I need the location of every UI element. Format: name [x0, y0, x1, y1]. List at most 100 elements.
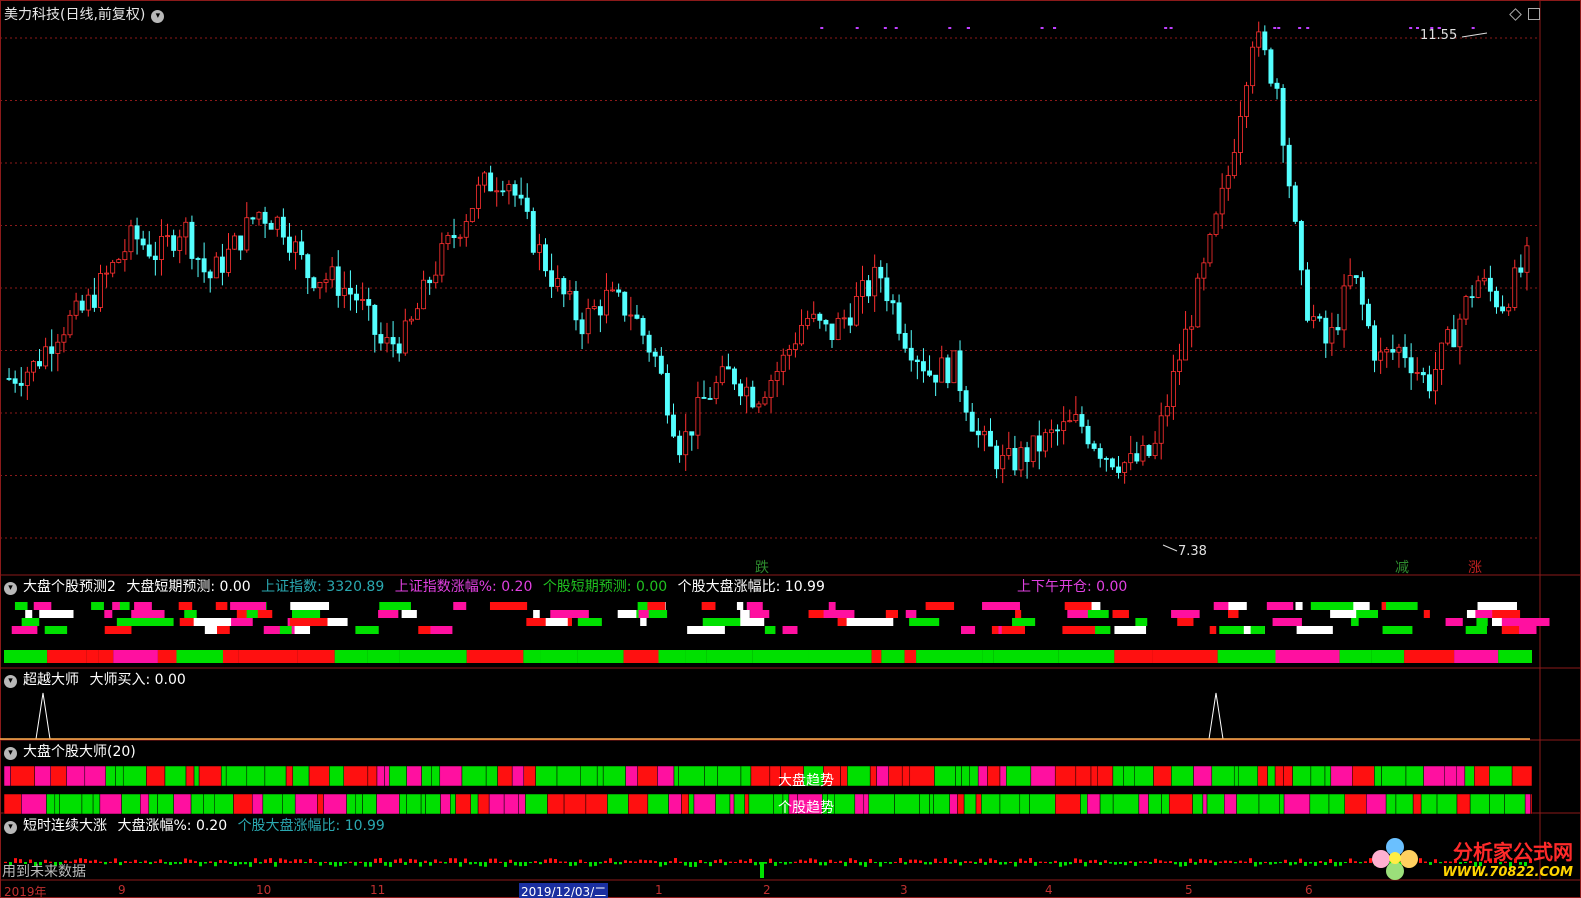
chevron-down-icon[interactable]: ▾ [4, 747, 17, 760]
surge-bar [404, 862, 407, 865]
close-icon[interactable] [1528, 8, 1540, 20]
stock-trend-cell [894, 793, 920, 815]
market-trend-cell [1474, 765, 1490, 787]
surge-bar [1304, 862, 1307, 866]
market-trend-cell [66, 765, 86, 787]
candle-body [1494, 290, 1499, 308]
surge-bar [714, 860, 717, 863]
candle-body [469, 208, 475, 222]
candle-body [640, 318, 646, 336]
market-trend-cell [625, 765, 638, 787]
candle-body [829, 323, 835, 341]
candle-body [232, 235, 238, 250]
candle-body [439, 243, 445, 276]
surge-bar [1034, 862, 1037, 866]
candle-body [1396, 346, 1402, 353]
candle-body [244, 217, 250, 251]
market-trend-cell [198, 765, 222, 787]
prediction-bar [297, 650, 335, 663]
candle-body [512, 184, 518, 196]
stock-trend-cell [868, 793, 895, 815]
candle-body [213, 256, 219, 279]
candle-body [567, 290, 573, 295]
surge-bar [1094, 859, 1097, 863]
chevron-down-icon[interactable]: ▾ [4, 821, 17, 834]
stock-trend-cell [1395, 793, 1414, 815]
stock-trend-cell [1087, 793, 1101, 815]
surge-bar [1014, 862, 1017, 867]
candle-body [226, 248, 231, 273]
surge-bar [724, 862, 727, 866]
prediction-bar [685, 650, 707, 663]
chevron-down-icon[interactable]: ▾ [151, 10, 165, 23]
candle-body [1109, 458, 1115, 468]
prediction-bar [808, 650, 872, 663]
prediction-bar [334, 650, 368, 663]
candle-body [73, 300, 79, 316]
surge-bar [1129, 861, 1132, 863]
candle-body [1079, 414, 1085, 427]
candle-body [390, 337, 396, 345]
market-trend-cell [264, 765, 287, 787]
candle-body [1347, 275, 1353, 287]
surge-bar [749, 858, 752, 863]
surge-bar [444, 862, 447, 864]
candle-body [1091, 443, 1097, 449]
stock-trend-cell [440, 793, 451, 815]
candle-body [738, 383, 744, 397]
signal-band [764, 626, 776, 634]
stock-trend-cell [1309, 793, 1330, 815]
candle-body [786, 349, 792, 356]
market-trend-cell [657, 765, 675, 787]
surge-bar [1004, 862, 1007, 865]
surge-bar [699, 860, 702, 863]
stock-trend-cell [294, 793, 318, 815]
signal-band [1501, 626, 1520, 634]
chevron-down-icon[interactable]: ▾ [4, 582, 17, 595]
candle-body [128, 225, 134, 253]
market-trend-cell [637, 765, 658, 787]
market-trend-cell [1193, 765, 1213, 787]
surge-bar [1284, 859, 1287, 863]
surge-bar [854, 860, 857, 863]
chevron-down-icon[interactable]: ▾ [4, 675, 17, 688]
signal-band [982, 602, 1020, 610]
candle-body [445, 235, 451, 245]
stock-trend-label: 个股趋势 [778, 800, 834, 816]
surge-bar [959, 862, 962, 866]
candle-body [366, 299, 372, 306]
surge-bar [229, 862, 232, 864]
candle-body [1384, 349, 1390, 353]
candle-body [866, 280, 872, 297]
surge-bar [99, 861, 102, 863]
surge-bar [1064, 862, 1067, 866]
candle-body [1414, 372, 1420, 374]
signal-dot [894, 27, 898, 29]
candle-body [427, 279, 433, 284]
surge-bar [194, 861, 197, 863]
candle-body [500, 190, 506, 193]
signal-band [1310, 602, 1345, 610]
surge-bar [939, 861, 942, 863]
candle-body [622, 291, 628, 316]
rise-marker: 涨 [1468, 560, 1482, 576]
market-trend-cell [164, 765, 187, 787]
surge-bar [689, 862, 692, 867]
signal-band [1476, 618, 1488, 626]
panel1-item: 个股大盘涨幅比: 10.99 [677, 579, 825, 595]
date-tick: 11 [370, 883, 386, 897]
prediction-bar [1404, 650, 1455, 663]
candle-body [91, 294, 97, 308]
surge-bar [859, 862, 862, 866]
surge-bar [1104, 860, 1107, 863]
candlestick-chart[interactable] [0, 0, 1581, 898]
candle-body [1292, 185, 1298, 222]
candle-body [183, 221, 189, 238]
surge-bar [439, 861, 442, 863]
signal-band [1492, 610, 1521, 618]
stock-trend-cell [376, 793, 400, 815]
stock-trend-cell [251, 793, 264, 815]
surge-bar [379, 858, 382, 863]
stock-trend-cell [54, 793, 60, 815]
flower-logo-icon [1372, 838, 1420, 882]
